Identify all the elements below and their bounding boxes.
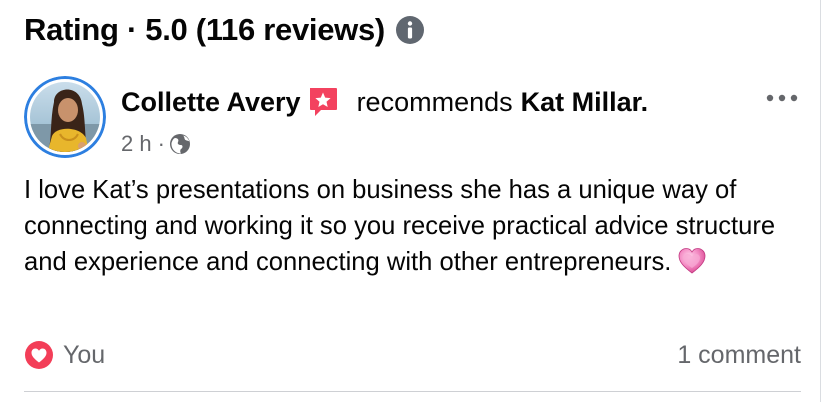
rating-header: Rating · 5.0 (116 reviews): [24, 8, 425, 52]
comment-count[interactable]: 1 comment: [677, 338, 801, 372]
info-icon[interactable]: [395, 15, 425, 45]
recommended-page-name[interactable]: Kat Millar.: [521, 87, 649, 118]
review-author-line: Collette Avery recommends Kat Millar.: [121, 84, 648, 120]
pink-heart-emoji: [678, 248, 706, 274]
love-reaction-icon: [25, 341, 53, 369]
review-text-content: I love Kat’s presentations on business s…: [24, 176, 776, 276]
reaction-summary[interactable]: You: [24, 338, 105, 372]
recommends-text: recommends: [356, 86, 513, 117]
meta-separator: ·: [157, 131, 165, 156]
rating-title: Rating · 5.0 (116 reviews): [24, 12, 385, 47]
avatar-image: [24, 76, 106, 158]
author-name[interactable]: Collette Avery: [121, 87, 301, 118]
recommend-flag-icon: [309, 88, 337, 116]
post-timestamp[interactable]: 2 h: [121, 131, 152, 157]
footer-divider: [24, 391, 801, 392]
avatar[interactable]: [24, 76, 106, 158]
more-options-icon[interactable]: [762, 86, 802, 110]
post-meta: 2 h ·: [121, 128, 191, 160]
globe-icon: [169, 134, 190, 154]
reaction-label: You: [63, 340, 106, 369]
review-text: I love Kat’s presentations on business s…: [24, 172, 804, 280]
